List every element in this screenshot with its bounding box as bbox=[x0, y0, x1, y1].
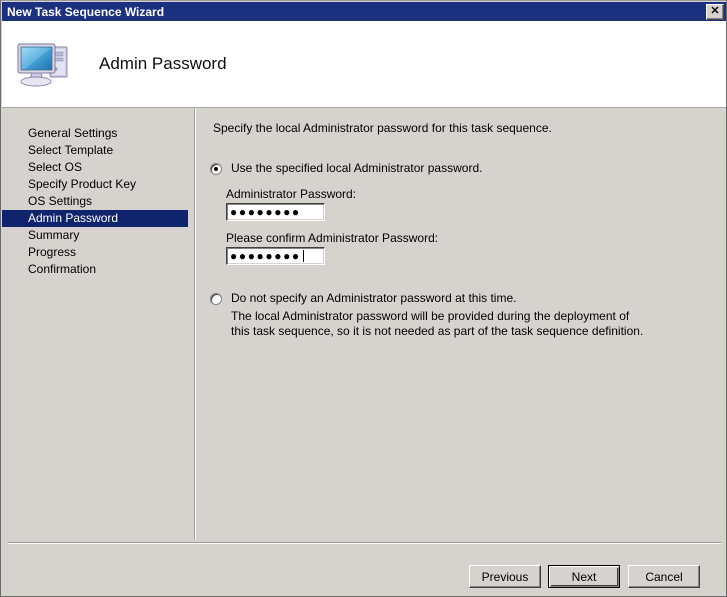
sidebar-divider bbox=[194, 108, 196, 539]
sidebar-item-admin-password[interactable]: Admin Password bbox=[2, 210, 188, 227]
window-title: New Task Sequence Wizard bbox=[2, 5, 164, 19]
sidebar-item-specify-product-key[interactable]: Specify Product Key bbox=[2, 176, 188, 193]
wizard-body: General Settings Select Template Select … bbox=[2, 108, 727, 597]
instruction-text: Specify the local Administrator password… bbox=[213, 121, 552, 135]
password-label: Administrator Password: bbox=[226, 187, 356, 201]
content-panel: Specify the local Administrator password… bbox=[202, 108, 722, 539]
footer-divider bbox=[8, 542, 721, 544]
sidebar-item-general-settings[interactable]: General Settings bbox=[2, 125, 188, 142]
confirm-password-label: Please confirm Administrator Password: bbox=[226, 231, 438, 245]
sidebar-item-os-settings[interactable]: OS Settings bbox=[2, 193, 188, 210]
option-use-password[interactable]: Use the specified local Administrator pa… bbox=[210, 161, 482, 176]
title-bar: New Task Sequence Wizard ✕ bbox=[2, 2, 727, 21]
option-no-password[interactable]: Do not specify an Administrator password… bbox=[210, 291, 516, 306]
password-input[interactable]: ●●●●●●●● bbox=[226, 203, 325, 221]
sidebar-item-summary[interactable]: Summary bbox=[2, 227, 188, 244]
option-no-password-label: Do not specify an Administrator password… bbox=[231, 291, 516, 306]
close-icon[interactable]: ✕ bbox=[706, 4, 724, 20]
title-bar-buttons: ✕ bbox=[706, 4, 727, 20]
confirm-password-value: ●●●●●●●● bbox=[230, 250, 301, 262]
computer-icon bbox=[15, 38, 73, 90]
option-use-password-label: Use the specified local Administrator pa… bbox=[231, 161, 482, 176]
sidebar-item-progress[interactable]: Progress bbox=[2, 244, 188, 261]
radio-no-password[interactable] bbox=[210, 293, 222, 305]
radio-use-password[interactable] bbox=[210, 163, 222, 175]
sidebar-item-select-os[interactable]: Select OS bbox=[2, 159, 188, 176]
text-caret bbox=[303, 250, 304, 262]
previous-button[interactable]: Previous bbox=[469, 565, 541, 588]
password-value: ●●●●●●●● bbox=[230, 206, 301, 218]
cancel-button[interactable]: Cancel bbox=[628, 565, 700, 588]
no-password-description: The local Administrator password will be… bbox=[231, 309, 651, 339]
button-bar: Previous Next Cancel bbox=[2, 549, 727, 597]
page-title: Admin Password bbox=[99, 54, 227, 74]
sidebar-item-confirmation[interactable]: Confirmation bbox=[2, 261, 188, 278]
step-sidebar: General Settings Select Template Select … bbox=[2, 108, 194, 539]
sidebar-item-select-template[interactable]: Select Template bbox=[2, 142, 188, 159]
confirm-password-input[interactable]: ●●●●●●●● bbox=[226, 247, 325, 265]
wizard-window: New Task Sequence Wizard ✕ bbox=[0, 0, 727, 597]
wizard-header: Admin Password bbox=[2, 21, 727, 108]
next-button[interactable]: Next bbox=[548, 565, 620, 588]
